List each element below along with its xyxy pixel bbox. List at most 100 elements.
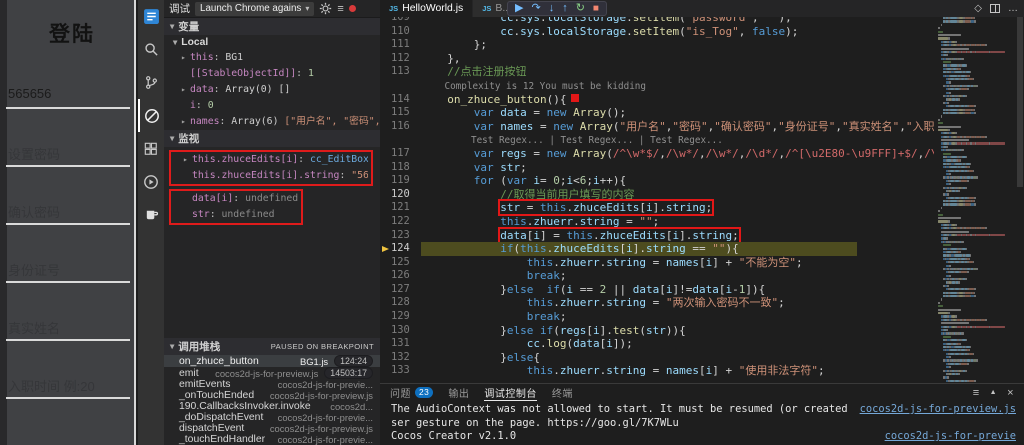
breakpoint-margin[interactable]	[380, 38, 391, 52]
line-number: 132	[391, 351, 421, 365]
code-line: 122this.zhuerr.string = "";	[380, 215, 934, 229]
variable-row[interactable]: data[i]: undefined	[174, 191, 298, 207]
preview-input-field[interactable]: 入职时间 例:20	[8, 376, 130, 402]
line-number: 114	[391, 93, 421, 107]
source-control-icon[interactable]	[138, 66, 164, 99]
restart-button[interactable]: ↻	[576, 3, 585, 14]
close-panel-icon[interactable]: ×	[1007, 387, 1014, 399]
stack-frame-row[interactable]: _onTouchEndedcocos2d-js-for-preview.js	[164, 390, 380, 401]
breakpoint-margin[interactable]	[380, 256, 391, 270]
stack-frame-row[interactable]: on_zhuce_buttonBG1.js124:24	[164, 355, 380, 367]
split-editor-icon[interactable]	[990, 4, 1000, 13]
step-over-button[interactable]: ↷	[531, 3, 540, 14]
continue-button[interactable]: ▶	[515, 3, 523, 14]
game-preview-pane: 登陆 565656设置密码确认密码身份证号真实姓名入职时间 例:20	[0, 0, 136, 445]
open-changes-icon[interactable]: ◇	[974, 3, 982, 14]
minimap[interactable]	[936, 17, 1016, 383]
breakpoint-margin[interactable]	[380, 201, 391, 215]
breakpoint-margin[interactable]	[380, 65, 391, 79]
breakpoint-margin[interactable]	[380, 324, 391, 338]
breakpoint-margin[interactable]	[380, 188, 391, 202]
code-editor[interactable]: 109cc.sys.localStorage.setItem("password…	[380, 17, 934, 378]
tab-helloworld-js[interactable]: JS HelloWorld.js	[380, 0, 473, 17]
debug-configuration-dropdown[interactable]: Launch Chrome agains▾	[195, 2, 314, 16]
breakpoint-margin[interactable]	[380, 283, 391, 297]
call-stack-section-header[interactable]: ▾ 调用堆栈 PAUSED ON BREAKPOINT	[164, 338, 380, 355]
preview-input-field[interactable]: 确认密码	[8, 202, 130, 228]
breakpoint-margin[interactable]	[380, 229, 391, 243]
breakpoint-margin[interactable]	[380, 351, 391, 365]
breakpoint-margin[interactable]	[380, 296, 391, 310]
breakpoint-margin[interactable]	[380, 174, 391, 188]
variable-row[interactable]: [[StableObjectId]]: 1	[164, 66, 380, 82]
breakpoint-margin[interactable]	[380, 133, 391, 147]
more-views-icon[interactable]: ≡	[337, 3, 343, 15]
panel-tab-调试控制台[interactable]: 调试控制台	[484, 384, 537, 401]
watch-section-header[interactable]: ▾ 监视	[164, 130, 380, 147]
debug-icon[interactable]	[138, 99, 164, 132]
source-file-link[interactable]: cocos2d-js-for-preview.js	[860, 403, 1016, 417]
breakpoint-margin[interactable]	[380, 161, 391, 175]
variables-section-header[interactable]: ▾ 变量	[164, 18, 380, 35]
step-out-button[interactable]: ↑	[562, 3, 568, 14]
variable-row[interactable]: ▸names: Array(6) ["用户名", "密码", "…	[164, 114, 380, 130]
run-icon[interactable]	[138, 165, 164, 198]
variable-row[interactable]: ▸this: BG1	[164, 50, 380, 66]
stack-frame-row[interactable]: emitcocos2d-js-for-preview.js14503:17	[164, 367, 380, 379]
preview-input-field[interactable]: 565656	[8, 86, 130, 112]
search-icon[interactable]	[138, 33, 164, 66]
explorer-icon[interactable]	[138, 0, 164, 33]
breakpoint-margin[interactable]	[380, 79, 391, 93]
preview-input-field[interactable]: 设置密码	[8, 144, 130, 170]
variable-row[interactable]: this.zhuceEdits[i].string: "565656"	[174, 168, 368, 184]
breakpoint-margin[interactable]	[380, 364, 391, 378]
breakpoint-margin[interactable]	[380, 337, 391, 351]
panel-actions: ≡ ▲ ×	[973, 387, 1014, 399]
breakpoint-margin[interactable]	[380, 93, 391, 107]
code-line: 129break;	[380, 310, 934, 324]
current-line-arrow-icon[interactable]	[380, 242, 391, 256]
stack-frame-row[interactable]: 190.CallbacksInvoker.invokecocos2d...	[164, 401, 380, 412]
stack-frame-row[interactable]: emitEventscocos2d-js-for-previe...	[164, 379, 380, 390]
more-actions-icon[interactable]: …	[1008, 3, 1018, 14]
variable-row[interactable]: ▸data: Array(0) []	[164, 82, 380, 98]
gear-icon[interactable]	[319, 2, 332, 15]
breakpoint-margin[interactable]	[380, 215, 391, 229]
input-underline	[6, 223, 130, 225]
breakpoint-margin[interactable]	[380, 269, 391, 283]
codelens-annotation[interactable]: Complexity is 12 You must be kidding	[444, 81, 646, 92]
variable-row[interactable]: ▸this.zhuceEdits[i]: cc_EditBox {_name…	[174, 152, 368, 168]
variable-row[interactable]: i: 0	[164, 98, 380, 114]
step-into-button[interactable]: ↓	[549, 3, 555, 14]
editor-tab-bar: JS HelloWorld.js JS B... ▶ ↷ ↓ ↑ ↻ ■ ◇ …	[380, 0, 1024, 17]
extensions-icon[interactable]	[138, 132, 164, 165]
breakpoint-margin[interactable]	[380, 17, 391, 25]
stop-button[interactable]: ■	[593, 4, 599, 14]
stack-frame-row[interactable]: dispatchEventcocos2d-js-for-preview.js	[164, 423, 380, 434]
panel-tab-问题[interactable]: 问题23	[390, 384, 433, 401]
stack-frame-row[interactable]: _doDispatchEventcocos2d-js-for-previe...	[164, 412, 380, 423]
source-file-link[interactable]: cocos2d-js-for-previe	[885, 430, 1016, 444]
line-number: 122	[391, 215, 421, 229]
panel-menu-icon[interactable]: ≡	[973, 387, 980, 399]
tools-mug-icon[interactable]	[138, 198, 164, 231]
annotation-box: data[i] = this.zhuceEdits[i].string;	[500, 229, 738, 242]
preview-input-field[interactable]: 身份证号	[8, 260, 130, 286]
line-number: 133	[391, 364, 421, 378]
breakpoint-margin[interactable]	[380, 120, 391, 134]
preview-input-field[interactable]: 真实姓名	[8, 318, 130, 344]
bottom-panel: 问题23输出调试控制台终端≡▲× The AudioContext was no…	[380, 383, 1024, 445]
panel-tab-输出[interactable]: 输出	[448, 384, 469, 401]
breakpoint-margin[interactable]	[380, 25, 391, 39]
maximize-panel-icon[interactable]: ▲	[990, 389, 997, 396]
breakpoint-margin[interactable]	[380, 52, 391, 66]
codelens-annotation[interactable]: Test Regex... | Test Regex... | Test Reg…	[471, 135, 723, 146]
stack-frame-row[interactable]: _touchEndHandlercocos2d-js-for-previe...	[164, 434, 380, 445]
breakpoint-margin[interactable]	[380, 147, 391, 161]
breakpoint-margin[interactable]	[380, 106, 391, 120]
scrollbar-thumb[interactable]	[1017, 17, 1023, 187]
scope-local[interactable]: ▾ Local	[164, 35, 380, 50]
panel-tab-终端[interactable]: 终端	[552, 384, 573, 401]
variable-row[interactable]: str: undefined	[174, 207, 298, 223]
breakpoint-margin[interactable]	[380, 310, 391, 324]
